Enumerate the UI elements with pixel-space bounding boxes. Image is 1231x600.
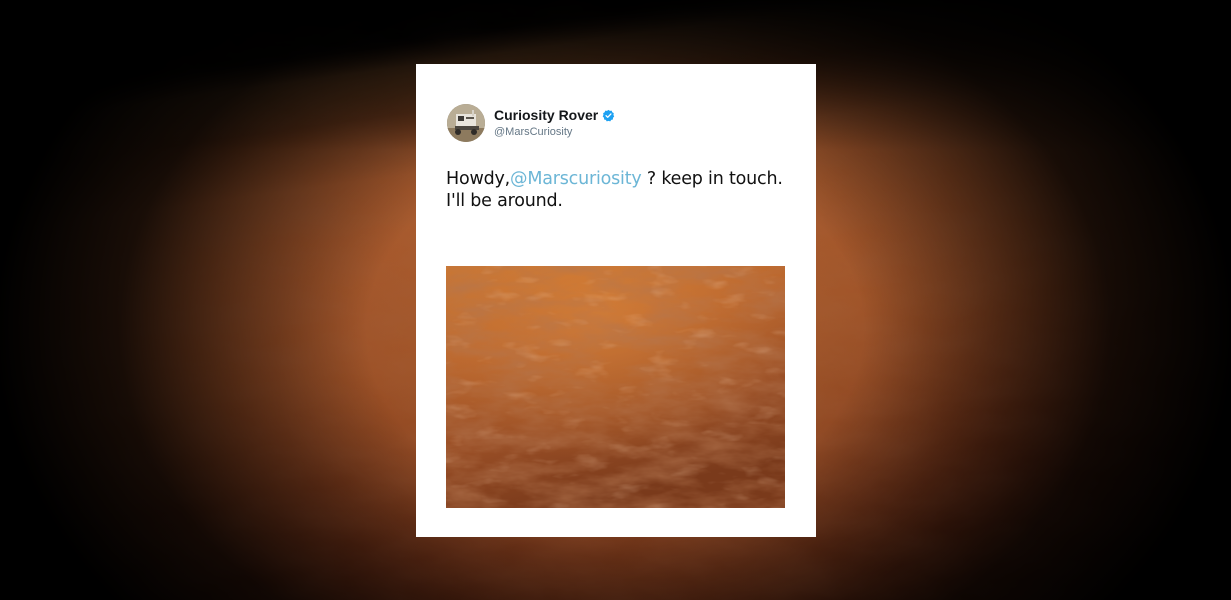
avatar[interactable] xyxy=(447,104,485,142)
display-name[interactable]: Curiosity Rover xyxy=(494,107,598,123)
tweet-text: Howdy,@Marscuriosity ? keep in touch. I'… xyxy=(446,168,806,212)
page-background: Curiosity Rover @MarsCuriosity Howdy,@Ma… xyxy=(0,0,1231,600)
handle[interactable]: @MarsCuriosity xyxy=(494,125,615,139)
mars-surface-photo xyxy=(446,266,785,508)
verified-badge-icon xyxy=(602,109,615,121)
user-meta: Curiosity Rover @MarsCuriosity xyxy=(494,107,615,139)
tweet-text-before: Howdy, xyxy=(446,169,511,189)
rover-avatar-icon xyxy=(447,104,485,142)
tweet-header: Curiosity Rover @MarsCuriosity xyxy=(447,104,615,142)
name-row: Curiosity Rover xyxy=(494,107,615,123)
tweet-card: Curiosity Rover @MarsCuriosity Howdy,@Ma… xyxy=(416,64,816,537)
mention-link[interactable]: @Marscuriosity xyxy=(510,169,642,189)
tweet-media-image[interactable] xyxy=(446,266,785,508)
